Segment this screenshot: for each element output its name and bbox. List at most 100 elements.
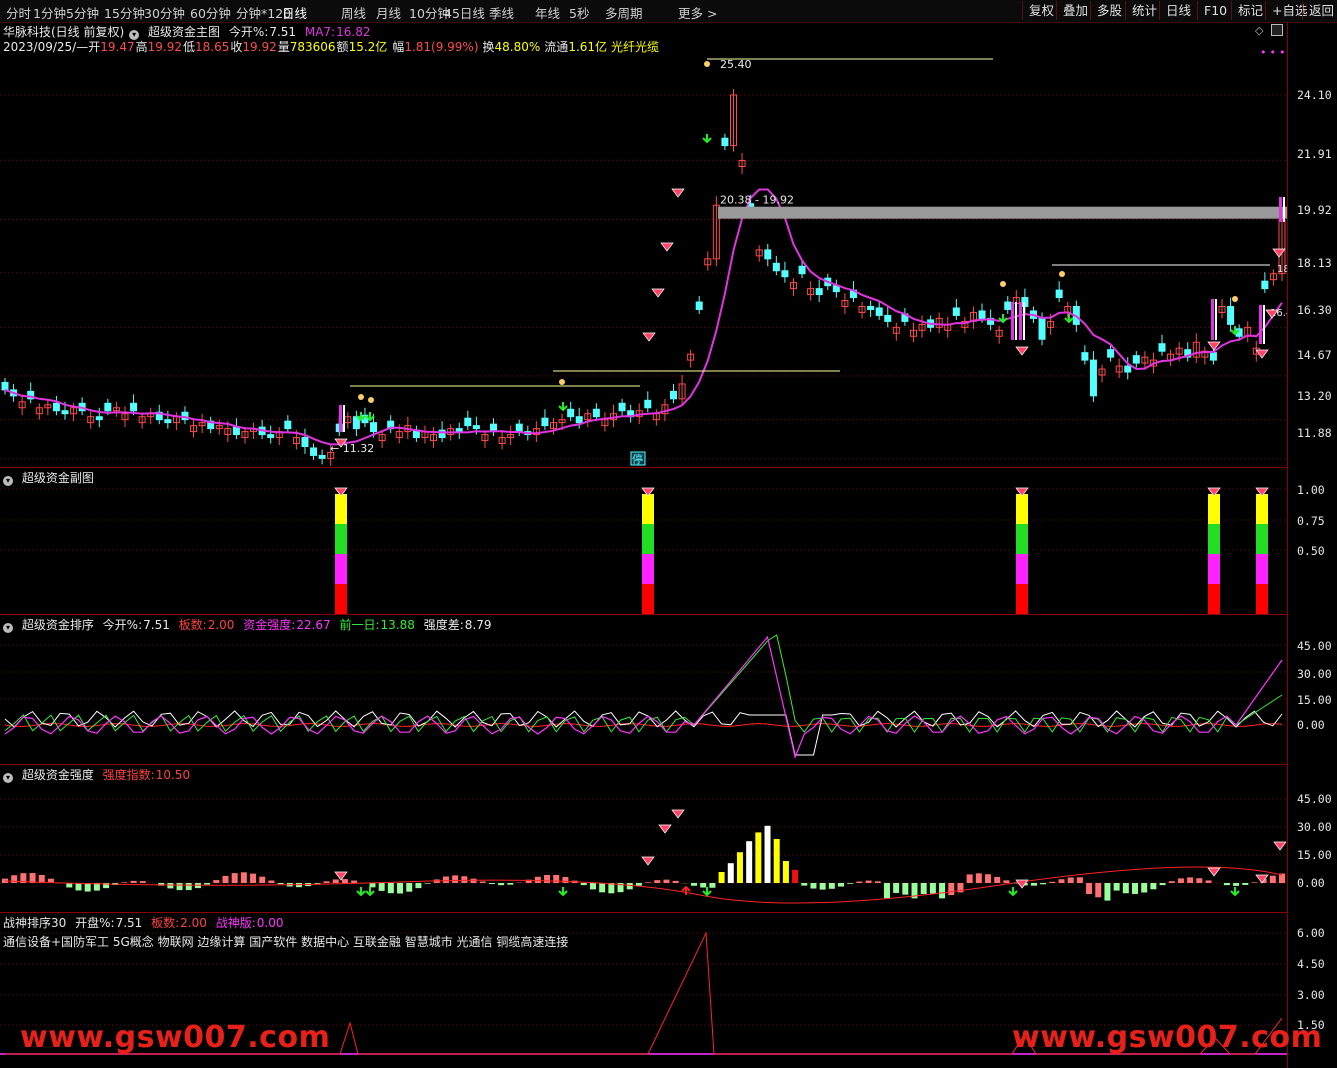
turn-label: 换	[482, 40, 495, 54]
sub1-name[interactable]: 超级资金副图	[22, 471, 94, 485]
toolbar-button-3[interactable]: 统计	[1125, 1, 1163, 20]
strength-bar	[975, 873, 982, 883]
window-toggle-icon[interactable]	[1271, 24, 1283, 36]
period-tab-3[interactable]: 15分钟	[104, 3, 145, 22]
sub3-name[interactable]: 超级资金强度	[22, 768, 94, 782]
candle-body	[798, 265, 806, 275]
axis-tick-label: 3.00	[1297, 988, 1325, 1002]
indicator-name[interactable]: 超级资金主图	[148, 25, 220, 39]
sub-chart-3[interactable]	[0, 765, 1287, 912]
period-tab-5[interactable]: 60分钟	[190, 3, 231, 22]
main-candlestick-chart[interactable]: 20.38 - 19.9225.40← 11.321816.4停	[0, 22, 1287, 467]
candle-body	[1089, 359, 1097, 397]
period-tab-12[interactable]: 季线	[489, 3, 514, 22]
sub4-title: 战神排序30 开盘%:7.51 板数:2.00 战神版:0.00	[3, 914, 288, 931]
period-tab-16[interactable]: 更多 >	[678, 3, 717, 22]
strength-bar	[341, 879, 348, 883]
toolbar-button-8[interactable]: 返回	[1302, 1, 1337, 20]
candle-body	[1055, 289, 1063, 299]
candle-body	[232, 426, 240, 436]
candle-body	[772, 262, 780, 272]
period-tab-9[interactable]: 月线	[376, 3, 401, 22]
sub-chart-1[interactable]	[0, 468, 1287, 614]
toolbar-button-4[interactable]: 日线	[1159, 1, 1197, 20]
candle-body	[875, 307, 883, 316]
strength-bar	[378, 883, 385, 891]
period-tab-2[interactable]: 5分钟	[66, 3, 99, 22]
red-arrow-icon	[681, 885, 691, 895]
sub3-index-value: 10.50	[155, 768, 191, 782]
strength-bar	[461, 876, 468, 883]
candle-body	[1227, 305, 1235, 325]
sub4-board-label: 板数:	[151, 916, 180, 930]
period-tab-8[interactable]: 周线	[341, 3, 366, 22]
strength-bar	[929, 883, 936, 894]
strength-bar	[810, 883, 817, 889]
strength-bar	[1132, 883, 1139, 894]
toolbar-button-2[interactable]: 多股	[1090, 1, 1128, 20]
diamond-icon[interactable]: ◇	[1255, 24, 1263, 37]
candle-body	[472, 425, 480, 430]
period-tab-1[interactable]: 1分钟	[33, 3, 66, 22]
signal-bar	[1263, 305, 1265, 344]
gap-band	[718, 206, 1287, 219]
axis-tick-label: 4.50	[1297, 957, 1325, 971]
candle-body	[644, 399, 652, 409]
period-tab-4[interactable]: 30分钟	[144, 3, 185, 22]
axis-tick-label: 0.00	[1297, 876, 1325, 890]
amt-value: 15.2亿	[348, 40, 388, 54]
strength-bar	[718, 872, 725, 883]
green-arrow-icon	[1008, 887, 1018, 897]
green-arrow-icon	[356, 887, 366, 897]
strength-bar	[1067, 877, 1074, 883]
strength-bar	[213, 880, 220, 883]
toolbar-button-0[interactable]: 复权	[1022, 1, 1060, 20]
chevron-down-icon[interactable]: ▾	[3, 623, 13, 633]
strength-bar	[1187, 877, 1194, 883]
strength-bar	[663, 879, 670, 883]
period-tab-14[interactable]: 5秒	[569, 3, 589, 22]
diamond-icon	[334, 871, 348, 881]
candle-body	[52, 402, 60, 412]
period-tab-0[interactable]: 分时	[6, 3, 31, 22]
sub2-diff-value: 8.79	[464, 618, 492, 632]
period-tab-7[interactable]: 日线	[282, 3, 307, 22]
toolbar-button-6[interactable]: 标记	[1231, 1, 1269, 20]
chevron-down-icon[interactable]: ▾	[3, 773, 13, 783]
series-line-magenta	[4, 635, 1283, 760]
sub-chart-2[interactable]	[0, 615, 1287, 764]
toolbar-button-1[interactable]: 叠加	[1056, 1, 1094, 20]
stock-name[interactable]: 华脉科技(日线 前复权)	[3, 25, 124, 39]
period-toolbar: 分时 1分钟 5分钟 15分钟 30分钟 60分钟 分钟*120 日线 周线 月线 10分钟 45日线…	[0, 0, 1337, 23]
green-arrow-icon	[365, 887, 375, 897]
strength-bar	[874, 881, 881, 883]
strength-bar	[259, 876, 266, 883]
axis-tick-label: 21.91	[1297, 147, 1332, 161]
strength-bar	[1196, 878, 1203, 883]
sub2-name[interactable]: 超级资金排序	[22, 618, 94, 632]
chevron-down-icon[interactable]: ▾	[3, 476, 13, 486]
period-tab-15[interactable]: 多周期	[605, 3, 643, 22]
strength-bar	[1076, 877, 1083, 883]
sub4-name[interactable]: 战神排序30	[3, 916, 66, 930]
period-tab-13[interactable]: 年线	[535, 3, 560, 22]
period-tab-11[interactable]: 45日线	[444, 3, 485, 22]
strength-bar	[452, 875, 459, 883]
toolbar-button-5[interactable]: F10	[1197, 1, 1233, 20]
more-dots-icon[interactable]: •••	[1260, 46, 1288, 59]
price-axis-divider	[1287, 22, 1288, 1068]
strength-bar	[736, 852, 743, 883]
axis-tick-label: 24.10	[1297, 88, 1332, 102]
sub2-open-value: 7.51	[143, 618, 170, 632]
signal-column-segment	[1256, 524, 1268, 554]
strength-bar	[1150, 883, 1157, 890]
candle-body	[455, 428, 463, 433]
strength-bar	[599, 883, 606, 893]
candle-body	[284, 420, 292, 430]
strength-bar	[415, 883, 422, 889]
axis-tick-label: 11.88	[1297, 426, 1332, 440]
signal-column-segment	[335, 554, 347, 584]
signal-column-segment	[1208, 494, 1220, 524]
strength-bar	[635, 883, 642, 886]
candle-body	[592, 408, 600, 418]
